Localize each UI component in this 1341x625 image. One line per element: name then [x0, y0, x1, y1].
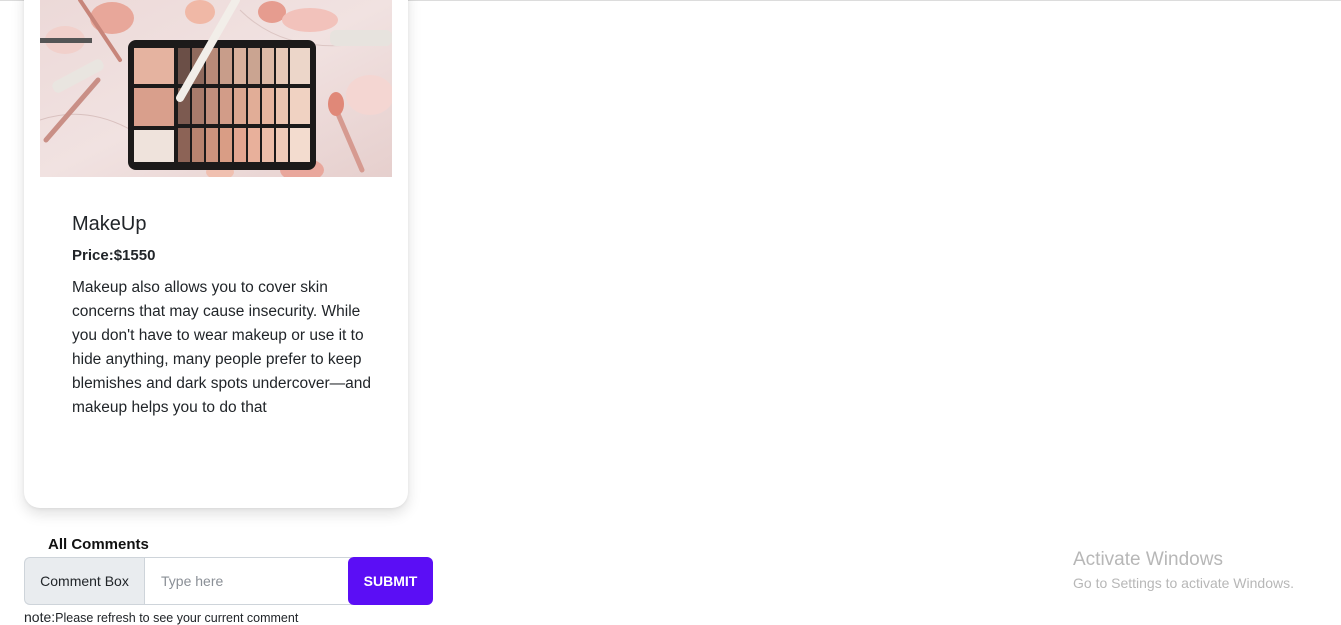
- product-image: [40, 0, 392, 177]
- watermark-title: Activate Windows: [1073, 549, 1223, 570]
- product-description: Makeup also allows you to cover skin con…: [72, 278, 371, 416]
- price-value: $1550: [113, 247, 156, 264]
- watermark-subtitle: Go to Settings to activate Windows.: [1073, 575, 1294, 591]
- note-text: Please refresh to see your current comme…: [55, 611, 299, 625]
- product-card: MakeUp Price:$1550 Makeup also allows yo…: [24, 0, 408, 508]
- comment-input-group: Comment Box: [24, 557, 353, 605]
- product-title: MakeUp: [72, 213, 147, 235]
- price-label: Price:: [72, 247, 114, 264]
- note-prefix: note:: [24, 609, 56, 625]
- refresh-note: note:Please refresh to see your current …: [24, 609, 298, 625]
- comment-input[interactable]: [144, 557, 353, 605]
- windows-activation-watermark: Activate Windows Go to Settings to activ…: [1073, 549, 1294, 593]
- comment-box-label: Comment Box: [24, 557, 144, 605]
- product-card-body: MakeUp Price:$1550 Makeup also allows yo…: [72, 206, 372, 435]
- makeup-palette-image: [40, 0, 392, 177]
- submit-button[interactable]: SUBMIT: [348, 557, 433, 605]
- product-price: Price:$1550: [72, 246, 372, 266]
- comments-heading: All Comments: [48, 536, 149, 553]
